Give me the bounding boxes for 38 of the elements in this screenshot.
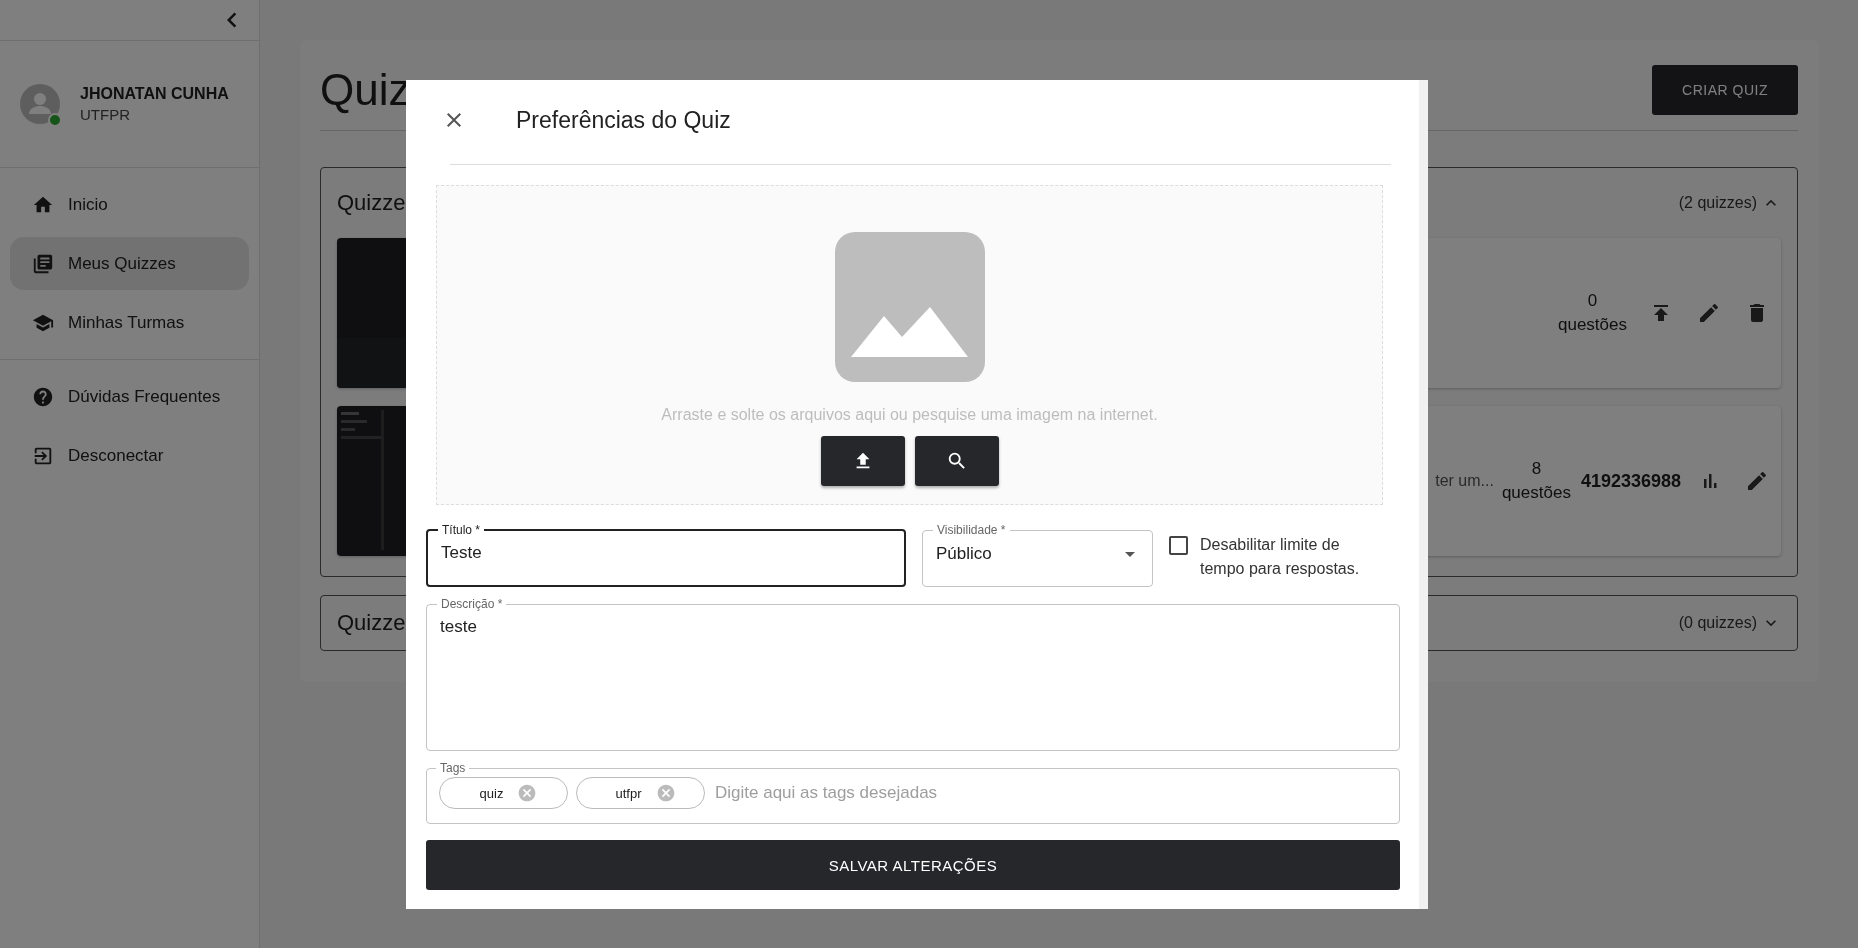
title-input[interactable]: Teste	[441, 537, 891, 569]
image-placeholder-icon	[834, 232, 985, 382]
tags-input[interactable]: Digite aqui as tags desejadas	[713, 782, 1387, 804]
dropzone-hint: Arraste e solte os arquivos aqui ou pesquise uma imagem na internet.	[661, 406, 1158, 424]
questions-label: questões	[1501, 483, 1571, 503]
tags-field[interactable]: Tags quiz utfpr Digite aqui as tags desejadas	[426, 761, 1400, 824]
nav-item[interactable]: Inicio	[10, 178, 249, 231]
description-input[interactable]: teste	[440, 611, 1386, 743]
title-field[interactable]: Título * Teste	[426, 523, 906, 587]
quiz-code: 4192336988	[1580, 470, 1681, 492]
visibility-select[interactable]: Visibilidade * Público	[922, 523, 1153, 587]
nav-item[interactable]: Meus Quizzes	[10, 237, 249, 290]
upload-button[interactable]	[820, 436, 905, 486]
nav-item[interactable]: Minhas Turmas	[10, 296, 249, 349]
checkbox[interactable]	[1169, 536, 1188, 555]
nav-item[interactable]: Desconectar	[10, 429, 249, 482]
page-title: Quiz	[320, 65, 411, 115]
section-count: (2 quizzes)	[1678, 194, 1757, 212]
section-title: Quizze	[337, 190, 406, 216]
description-field[interactable]: Descrição * teste	[426, 597, 1400, 751]
user-name: JHONATAN CUNHA	[80, 85, 229, 103]
nav-item[interactable]: Dúvidas Frequentes	[10, 370, 249, 423]
user-organization: UTFPR	[80, 106, 131, 123]
section-title: Quizze	[337, 610, 406, 636]
checkbox-label: Desabilitar limite de tempo para respostas.	[1200, 535, 1361, 579]
quiz-description: ter um...	[1435, 472, 1494, 490]
create-quiz-button[interactable]: CRIAR QUIZ	[1652, 65, 1798, 115]
dialog-title: Preferências do Quiz	[516, 106, 731, 134]
questions-count: 8	[1531, 459, 1542, 479]
library-icon	[32, 252, 54, 275]
section-count: (0 quizzes)	[1678, 614, 1757, 632]
questions-count: 0	[1587, 291, 1598, 311]
save-button[interactable]: SALVAR ALTERAÇÕES	[426, 840, 1400, 890]
questions-label: questões	[1558, 315, 1627, 335]
search-button[interactable]	[914, 436, 999, 486]
help-icon	[32, 385, 54, 408]
dropdown-caret-icon	[1125, 551, 1135, 557]
avatar	[20, 84, 60, 124]
